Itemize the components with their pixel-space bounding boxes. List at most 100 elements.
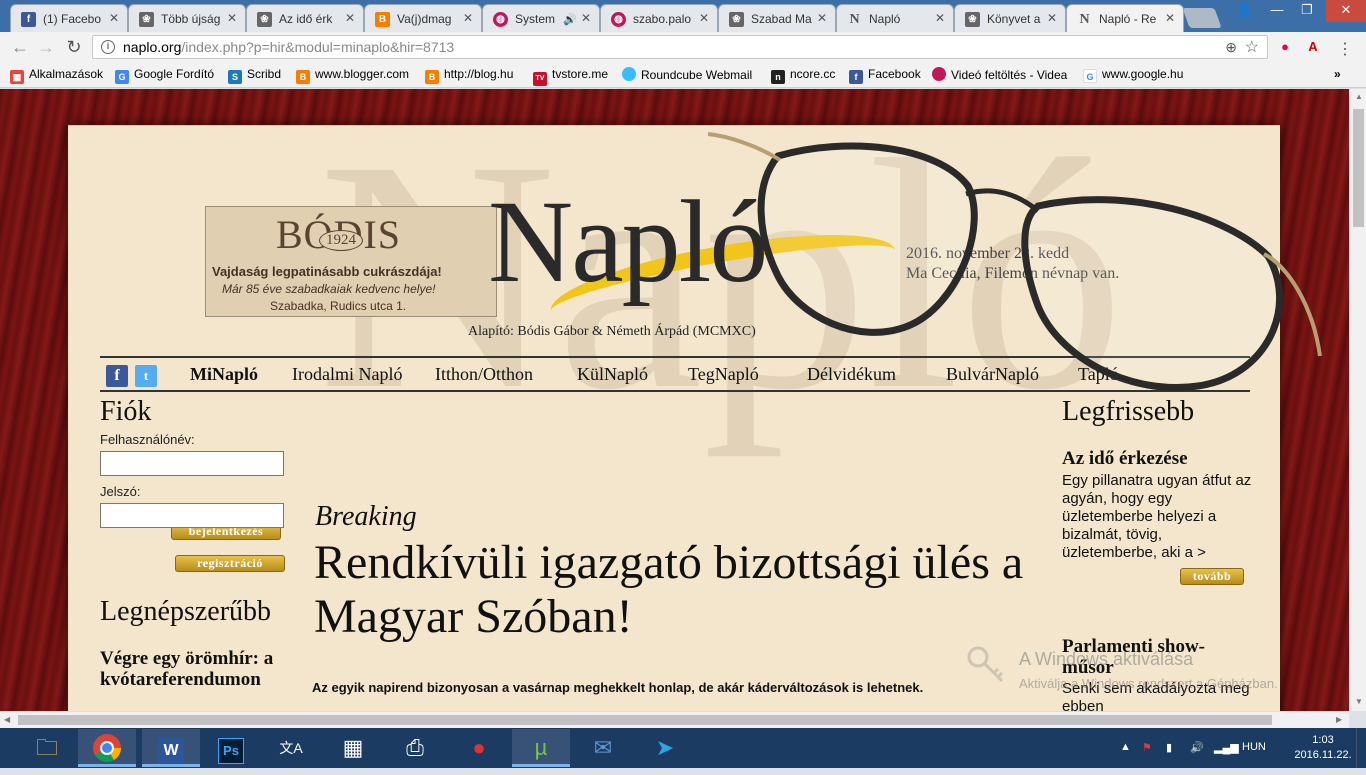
bookmark-tvstore[interactable]: TV tvstore.me: [533, 67, 608, 86]
nav-itthon-otthon[interactable]: Itthon/Otthon: [435, 364, 533, 385]
network-icon[interactable]: ▂▄▆: [1214, 741, 1239, 754]
volume-icon[interactable]: 🔊: [1190, 741, 1204, 754]
horizontal-scrollbar[interactable]: ◀ ▶: [0, 711, 1349, 728]
vertical-scroll-thumb[interactable]: [1353, 109, 1364, 227]
menu-icon[interactable]: ⋮: [1336, 39, 1354, 58]
zoom-icon[interactable]: ⊕: [1225, 39, 1237, 56]
acrobat-icon[interactable]: A: [1304, 39, 1322, 57]
word-icon[interactable]: W: [142, 729, 200, 767]
nav-irodalmi-naplo[interactable]: Irodalmi Napló: [292, 364, 402, 385]
tab-7[interactable]: ❀ Szabad Ma ✕: [718, 4, 836, 32]
tab-5[interactable]: ◍ System 🔊 ✕: [482, 4, 600, 32]
bookmark-scribd[interactable]: S Scribd: [228, 67, 281, 84]
password-input[interactable]: [100, 503, 284, 528]
close-icon[interactable]: ✕: [109, 11, 119, 25]
scroll-right-icon[interactable]: ▶: [1336, 715, 1342, 724]
thunderbird-icon[interactable]: ✉: [574, 729, 632, 767]
tab-4[interactable]: B Va(j)dmag ✕: [364, 4, 482, 32]
tab-2[interactable]: ❀ Több újság ✕: [128, 4, 246, 32]
article-headline[interactable]: Rendkívüli igazgató bizottsági ülés a Ma…: [314, 536, 1034, 644]
tab-8[interactable]: N Napló ✕: [836, 4, 954, 32]
new-tab-button[interactable]: [1182, 8, 1222, 28]
scanner-icon[interactable]: ⎙: [386, 729, 444, 767]
tray-expand-icon[interactable]: ▲: [1120, 741, 1131, 753]
close-icon[interactable]: ✕: [463, 11, 473, 25]
bookmark-google-translate[interactable]: G Google Fordító: [115, 67, 214, 84]
bookmark-label: Scribd: [247, 67, 282, 81]
bookmark-google[interactable]: Gwww.google.hu: [1083, 67, 1183, 83]
maximize-icon[interactable]: ❐: [1292, 0, 1322, 22]
naplo-n-icon: N: [1079, 12, 1090, 27]
minimize-icon[interactable]: —: [1262, 0, 1292, 22]
close-icon[interactable]: ✕: [227, 11, 237, 25]
reload-icon[interactable]: ↻: [64, 37, 84, 58]
close-icon[interactable]: ✕: [817, 11, 827, 25]
close-icon[interactable]: ✕: [699, 11, 709, 25]
bookmark-ncore[interactable]: n ncore.cc: [771, 67, 835, 84]
bookmark-roundcube[interactable]: Roundcube Webmail: [622, 67, 752, 82]
close-icon[interactable]: ✕: [581, 11, 591, 25]
bookmark-label: Roundcube Webmail: [641, 68, 753, 82]
register-button[interactable]: regisztráció: [175, 555, 285, 572]
facebook-icon: f: [21, 12, 36, 27]
latest-item-text: Egy pillanatra ugyan átfut az agyán, hog…: [1062, 472, 1252, 561]
language-indicator[interactable]: HUN: [1242, 741, 1266, 753]
scroll-up-icon[interactable]: ▲: [1355, 92, 1363, 101]
flag-icon[interactable]: ⚑: [1142, 741, 1152, 754]
bookmark-label: tvstore.me: [552, 67, 609, 81]
bookmark-facebook[interactable]: f Facebook: [849, 67, 921, 84]
star-icon[interactable]: ☆: [1245, 37, 1259, 57]
language-tool-icon[interactable]: 文A: [262, 729, 320, 767]
latest-item-title[interactable]: Az idő érkezése: [1062, 448, 1188, 470]
nav-minaplo[interactable]: MiNapló: [190, 364, 258, 385]
scroll-left-icon[interactable]: ◀: [4, 715, 10, 724]
user-icon[interactable]: 👤: [1230, 0, 1260, 22]
nav-kulnaplo[interactable]: KülNapló: [577, 364, 648, 385]
chrome-icon[interactable]: [78, 729, 136, 767]
bookmark-videa[interactable]: Videó feltöltés - Videa: [932, 67, 1070, 82]
more-bookmarks-icon[interactable]: »: [1334, 67, 1341, 81]
tab-3[interactable]: ❀ Az idő érk ✕: [246, 4, 364, 32]
back-icon[interactable]: ←: [10, 37, 30, 58]
tab-label: System: [515, 12, 556, 26]
window-close-icon[interactable]: ✕: [1326, 0, 1366, 22]
bookmark-label: Facebook: [868, 67, 921, 81]
info-icon[interactable]: i: [101, 40, 115, 54]
recorder-icon[interactable]: ●: [450, 729, 508, 767]
bookmark-apps[interactable]: ▦ Alkalmazások: [10, 67, 103, 84]
close-icon[interactable]: ✕: [1165, 11, 1175, 25]
bookmark-blogger[interactable]: Bwww.blogger.com: [296, 67, 409, 84]
naplo-n-icon: N: [849, 12, 860, 27]
file-explorer-icon[interactable]: 🗀: [18, 729, 76, 767]
username-input[interactable]: [100, 451, 284, 476]
extension-icon[interactable]: ●: [1276, 39, 1294, 57]
vertical-scrollbar[interactable]: ▲ ▼: [1349, 89, 1366, 711]
twitter-icon[interactable]: t: [135, 365, 157, 387]
close-icon[interactable]: ✕: [1047, 11, 1057, 25]
calculator-icon[interactable]: ▦: [324, 729, 382, 767]
show-desktop-button[interactable]: [1356, 728, 1366, 768]
more-button[interactable]: tovább: [1180, 568, 1244, 585]
tab-1[interactable]: f (1) Facebo ✕: [10, 4, 128, 32]
apps-icon: ▦: [10, 70, 24, 84]
bodis-advertisement[interactable]: BÓDIS 1924 Vajdaság legpatinásabb cukrás…: [205, 206, 497, 317]
forward-icon[interactable]: →: [36, 37, 56, 58]
facebook-icon[interactable]: f: [106, 365, 128, 387]
telegram-icon[interactable]: ➤: [636, 729, 694, 767]
tab-6[interactable]: ◍ szabo.palo ✕: [600, 4, 718, 32]
horizontal-scroll-thumb[interactable]: [18, 715, 1272, 725]
close-icon[interactable]: ✕: [935, 11, 945, 25]
utorrent-icon[interactable]: µ: [512, 729, 570, 767]
naplo-page-icon: ❀: [139, 12, 154, 27]
tab-10-active[interactable]: N Napló - Re ✕: [1066, 4, 1184, 32]
bookmark-blog-hu[interactable]: Bhttp://blog.hu: [425, 67, 513, 84]
tab-9[interactable]: ❀ Könyvet a ✕: [954, 4, 1066, 32]
popular-item[interactable]: Végre egy örömhír: a kvótareferendumon: [100, 648, 290, 690]
photoshop-icon[interactable]: Ps: [202, 729, 260, 767]
address-bar[interactable]: i naplo.org/index.php?p=hir&modul=minapl…: [92, 35, 1268, 59]
clock[interactable]: 1:03 2016.11.22.: [1292, 733, 1354, 763]
tab-label: (1) Facebo: [43, 12, 102, 26]
close-icon[interactable]: ✕: [345, 11, 355, 25]
power-icon[interactable]: ▮: [1166, 741, 1172, 754]
scroll-down-icon[interactable]: ▼: [1355, 697, 1363, 706]
